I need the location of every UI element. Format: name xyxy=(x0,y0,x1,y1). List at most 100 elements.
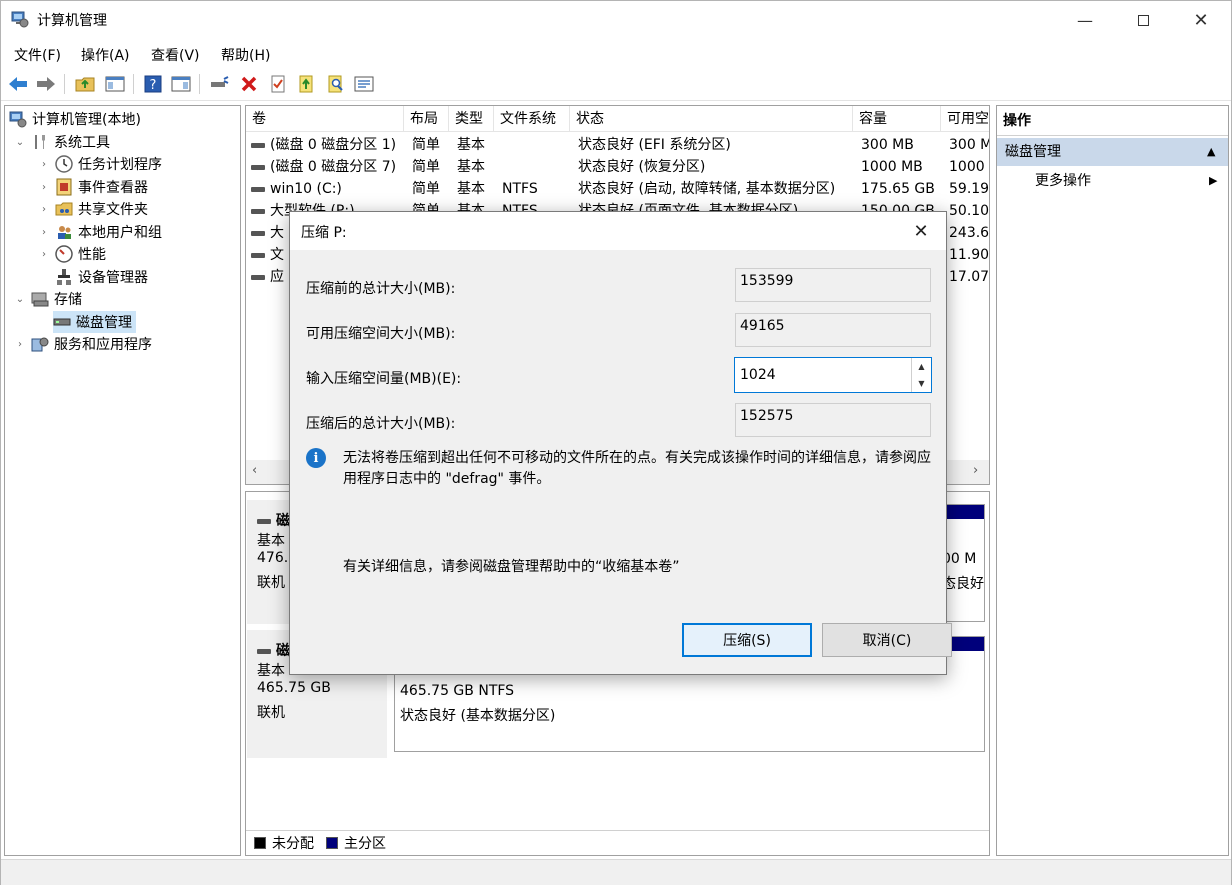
tree-item-system-tools[interactable]: ⌄ 系统工具 xyxy=(13,131,110,153)
shrink-button[interactable]: 压缩(S) xyxy=(682,623,812,657)
chevron-down-icon[interactable]: ⌄ xyxy=(13,294,27,305)
status-cell: 状态良好 (启动, 故障转储, 基本数据分区) xyxy=(578,181,836,197)
open-icon[interactable] xyxy=(296,73,318,95)
partition-block[interactable]: 00 M 态良好 xyxy=(941,504,985,622)
chevron-right-icon[interactable]: › xyxy=(37,249,51,260)
shrink-amount-input[interactable] xyxy=(735,358,911,392)
properties-icon[interactable] xyxy=(267,73,289,95)
tree-item-shared-folders[interactable]: › 共享文件夹 xyxy=(37,198,148,220)
shrink-amount-label: 输入压缩空间量(MB)(E): xyxy=(306,371,462,387)
legend-primary: 主分区 xyxy=(344,836,386,852)
shared-folder-icon xyxy=(55,200,73,218)
total-after-label: 压缩后的总计大小(MB): xyxy=(306,416,456,432)
table-row[interactable]: (磁盘 0 磁盘分区 1) 简单 基本 状态良好 (EFI 系统分区) 300 … xyxy=(246,134,989,156)
back-arrow-icon[interactable] xyxy=(7,73,29,95)
tree-item-label: 设备管理器 xyxy=(78,270,148,286)
column-header[interactable]: 可用空 xyxy=(941,106,989,132)
more-actions-item[interactable]: 更多操作 ▶ xyxy=(997,168,1228,194)
tree-item-local-users[interactable]: › 本地用户和组 xyxy=(37,221,162,243)
title-bar: 计算机管理 — ✕ xyxy=(1,1,1231,39)
status-cell: 状态良好 (恢复分区) xyxy=(578,159,706,175)
chevron-down-icon[interactable]: ⌄ xyxy=(13,137,27,148)
menu-help[interactable]: 帮助(H) xyxy=(221,45,270,65)
menu-bar: 文件(F) 操作(A) 查看(V) 帮助(H) xyxy=(1,39,1231,67)
primary-partition-bar xyxy=(942,505,984,519)
menu-file[interactable]: 文件(F) xyxy=(14,45,61,65)
layout-cell: 简单 xyxy=(412,159,440,175)
scroll-left-icon[interactable]: ‹ xyxy=(252,463,257,478)
info-message: 无法将卷压缩到超出任何不可移动的文件所在的点。有关完成该操作时间的详细信息，请参… xyxy=(343,450,931,487)
tree-item-storage[interactable]: ⌄ 存储 xyxy=(13,288,82,310)
close-button[interactable]: ✕ xyxy=(1172,1,1230,39)
total-before-field: 153599 xyxy=(735,268,931,302)
computer-management-window: 计算机管理 — ✕ 文件(F) 操作(A) 查看(V) 帮助(H) ? 计算机管… xyxy=(0,0,1232,885)
capacity-cell: 175.65 GB xyxy=(861,181,935,197)
tree-item-disk-management[interactable]: 磁盘管理 xyxy=(53,311,136,333)
search-icon[interactable] xyxy=(325,73,347,95)
column-header[interactable]: 状态 xyxy=(570,106,853,132)
spin-down-icon[interactable]: ▼ xyxy=(911,375,931,392)
unallocated-swatch xyxy=(254,837,266,849)
tree-item-label: 事件查看器 xyxy=(78,180,148,196)
spin-up-icon[interactable]: ▲ xyxy=(911,358,931,375)
shrink-amount-stepper[interactable]: ▲ ▼ xyxy=(734,357,932,393)
up-folder-icon[interactable] xyxy=(74,73,96,95)
tree-item-performance[interactable]: › 性能 xyxy=(37,243,106,265)
tree-item-label: 计算机管理(本地) xyxy=(32,112,141,128)
table-row[interactable]: (磁盘 0 磁盘分区 7) 简单 基本 状态良好 (恢复分区) 1000 MB … xyxy=(246,156,989,178)
column-header[interactable]: 布局 xyxy=(404,106,449,132)
services-icon xyxy=(31,335,49,353)
chevron-right-icon[interactable]: › xyxy=(37,204,51,215)
tree-item-task-scheduler[interactable]: › 任务计划程序 xyxy=(37,153,162,175)
chevron-right-icon[interactable]: › xyxy=(13,339,27,350)
cancel-button[interactable]: 取消(C) xyxy=(822,623,952,657)
column-header[interactable]: 容量 xyxy=(853,106,941,132)
tree-item-label: 磁盘管理 xyxy=(76,315,132,331)
show-hide-tree-icon[interactable] xyxy=(104,73,126,95)
tree-item-device-manager[interactable]: 设备管理器 xyxy=(55,266,148,288)
clock-icon xyxy=(55,155,73,173)
connect-drive-icon[interactable] xyxy=(208,73,230,95)
dialog-title-bar: 压缩 P: ✕ xyxy=(290,212,946,250)
partition-size: 00 M xyxy=(942,551,977,567)
column-header[interactable]: 卷 xyxy=(246,106,404,132)
maximize-icon xyxy=(1137,14,1149,26)
menu-action[interactable]: 操作(A) xyxy=(81,45,130,65)
table-row[interactable]: win10 (C:) 简单 基本 NTFS 状态良好 (启动, 故障转储, 基本… xyxy=(246,178,989,200)
delete-icon[interactable] xyxy=(238,73,260,95)
menu-view[interactable]: 查看(V) xyxy=(151,45,200,65)
free-cell: 243.64 xyxy=(949,225,990,241)
chevron-right-icon[interactable]: › xyxy=(37,227,51,238)
navigation-tree: 计算机管理(本地) ⌄ 系统工具 › 任务计划程序 › 事件查看器 › 共享文件… xyxy=(4,105,241,856)
chevron-right-icon[interactable]: › xyxy=(37,159,51,170)
forward-arrow-icon[interactable] xyxy=(35,73,57,95)
collapse-up-icon[interactable]: ▲ xyxy=(1207,138,1215,166)
volume-icon xyxy=(251,164,265,170)
chevron-right-icon[interactable]: › xyxy=(37,182,51,193)
minimize-button[interactable]: — xyxy=(1056,1,1114,39)
fs-cell: NTFS xyxy=(502,181,538,197)
tree-item-label: 存储 xyxy=(54,292,82,308)
tree-item-label: 服务和应用程序 xyxy=(54,337,152,353)
layout-cell: 简单 xyxy=(412,181,440,197)
legend-unallocated: 未分配 xyxy=(272,836,314,852)
tree-item-root[interactable]: 计算机管理(本地) xyxy=(9,108,141,130)
column-header[interactable]: 文件系统 xyxy=(494,106,570,132)
event-viewer-icon xyxy=(55,178,73,196)
total-after-field: 152575 xyxy=(735,403,931,437)
help-message: 有关详细信息，请参阅磁盘管理帮助中的“收缩基本卷” xyxy=(343,559,680,575)
tree-item-services-apps[interactable]: › 服务和应用程序 xyxy=(13,333,152,355)
scroll-right-icon[interactable]: › xyxy=(973,463,978,478)
show-hide-action-pane-icon[interactable] xyxy=(170,73,192,95)
list-icon[interactable] xyxy=(353,73,375,95)
dialog-title: 压缩 P: xyxy=(301,225,347,241)
column-header[interactable]: 类型 xyxy=(449,106,494,132)
help-icon[interactable]: ? xyxy=(142,73,164,95)
dialog-close-button[interactable]: ✕ xyxy=(906,218,936,244)
svg-text:?: ? xyxy=(150,78,157,93)
tree-item-event-viewer[interactable]: › 事件查看器 xyxy=(37,176,148,198)
maximize-button[interactable] xyxy=(1114,1,1172,39)
volume-icon xyxy=(251,142,265,148)
actions-group-disk-management[interactable]: 磁盘管理 ▲ xyxy=(997,138,1228,166)
partition-size: 465.75 GB NTFS xyxy=(400,683,515,699)
